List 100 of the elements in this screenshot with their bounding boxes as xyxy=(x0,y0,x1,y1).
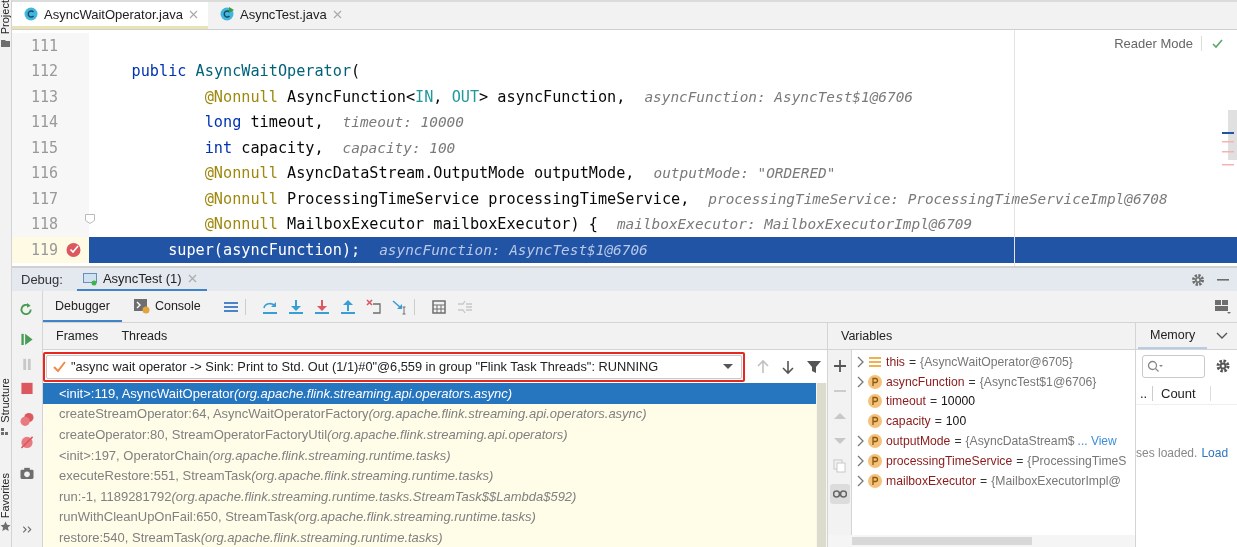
settings-icon[interactable] xyxy=(1215,358,1231,374)
code-line: @Nonnull AsyncFunction<IN, OUT> asyncFunction, xyxy=(203,87,626,106)
up-arrow-icon[interactable] xyxy=(756,358,770,375)
add-icon[interactable] xyxy=(832,359,847,373)
settings-icon[interactable] xyxy=(1191,272,1205,287)
menu-icon[interactable] xyxy=(222,298,246,315)
panel-tab[interactable]: Frames xyxy=(56,329,99,343)
down-arrow-icon[interactable] xyxy=(781,358,795,375)
code-line: int capacity, xyxy=(203,138,324,157)
inline-value-hint: asyncFunction: AsyncTest$1@6706 xyxy=(644,88,913,105)
breakpoints-icon[interactable] xyxy=(19,411,35,427)
check-icon xyxy=(53,360,66,373)
field-icon xyxy=(868,374,882,389)
scrollbar-marks-drawing xyxy=(1222,110,1237,166)
filter-icon[interactable] xyxy=(806,358,822,375)
line-number: 113 xyxy=(29,87,58,106)
field-icon xyxy=(868,394,882,409)
panel-tab[interactable]: Threads xyxy=(121,329,168,343)
chevron-down-icon[interactable] xyxy=(1216,332,1228,340)
code-line: @Nonnull ProcessingTimeService processingTimeService, xyxy=(203,189,690,208)
line-number: 116 xyxy=(29,164,58,183)
variable-row[interactable]: this = {AsyncWaitOperator@6705} xyxy=(852,352,1135,372)
stack-icon xyxy=(868,354,882,369)
view-link[interactable]: ... View xyxy=(1077,434,1117,449)
calculator-icon[interactable] xyxy=(430,298,447,315)
field-icon xyxy=(868,453,882,468)
variable-row[interactable]: asyncFunction = {AsyncTest$1@6706} xyxy=(852,371,1135,392)
line-number: 111 xyxy=(29,36,58,55)
line-number: 118 xyxy=(29,215,58,234)
test-class-icon xyxy=(219,7,234,21)
stack-frame[interactable]: restore:540, StreamTask(org.apache.flink.streaming.runtime.tasks) xyxy=(43,527,816,547)
field-icon xyxy=(868,414,882,429)
search-field[interactable] xyxy=(1142,354,1205,378)
panel-title: Variables xyxy=(841,329,893,343)
variable-row[interactable]: outputMode = {AsyncDataStream$ ... View xyxy=(852,431,1135,451)
load-link[interactable]: Load xyxy=(1201,446,1229,460)
column-header[interactable]: Count xyxy=(1153,385,1211,401)
scrollbar-thumb[interactable] xyxy=(852,537,1032,545)
panel-title: Debug: xyxy=(21,272,63,287)
editor-tab[interactable]: AsyncTest.java xyxy=(207,2,352,29)
line-number: 119 xyxy=(29,240,58,259)
search-icon xyxy=(1147,359,1163,373)
inline-value-hint: timeout: 10000 xyxy=(342,114,464,131)
close-icon[interactable] xyxy=(332,9,342,19)
variable-row[interactable]: capacity = 100 xyxy=(852,411,1135,432)
dropdown-caret-icon xyxy=(723,363,733,370)
field-icon xyxy=(868,473,882,488)
stack-frame[interactable]: run:-1, 1189281792(org.apache.flink.streaming.runtime.tasks.StreamTask$$Lambda$592) xyxy=(43,485,816,507)
variable-row[interactable]: timeout = 10000 xyxy=(852,391,1135,412)
line-number: 112 xyxy=(29,62,58,81)
status-text: ses loaded. xyxy=(1136,446,1198,460)
glasses-icon[interactable] xyxy=(829,484,850,504)
debugger-tab[interactable]: Console xyxy=(121,291,213,322)
check-icon xyxy=(1212,38,1223,49)
camera-icon[interactable] xyxy=(19,466,35,482)
code-line: long timeout, xyxy=(203,113,324,132)
code-line: @Nonnull AsyncDataStream.OutputMode outputMode, xyxy=(203,164,635,183)
inline-value-hint: capacity: 100 xyxy=(342,139,456,156)
line-number: 114 xyxy=(29,113,58,132)
thread-dropdown[interactable]: "async wait operator -> Sink: Print to Std. Out (1/1)#0"@6,559 in group "Flink Task Threads": RUNNING xyxy=(46,354,742,379)
stack-frame[interactable]: runWithCleanUpOnFail:650, StreamTask(org.apache.flink.streaming.runtime.tasks) xyxy=(43,506,816,528)
layout-icon[interactable] xyxy=(1214,298,1231,315)
run-to-cursor-icon[interactable] xyxy=(391,298,415,315)
console-icon xyxy=(133,297,150,314)
line-number: 117 xyxy=(29,189,58,208)
breakpoint-icon[interactable] xyxy=(66,242,81,258)
star-icon[interactable] xyxy=(0,521,11,533)
stack-frame[interactable]: executeRestore:551, StreamTask(org.apache.flink.streaming.runtime.tasks) xyxy=(43,465,816,486)
inline-value-hint: asyncFunction: AsyncTest$1@6706 xyxy=(379,241,648,258)
variable-row[interactable]: processingTimeService = {ProcessingTimeS xyxy=(852,451,1135,471)
stack-frame[interactable]: createOperator:80, StreamOperatorFactoryUtil(org.apache.flink.streaming.api.operators) xyxy=(43,424,816,445)
stack-frame[interactable]: <init>:119, AsyncWaitOperator(org.apache.flink.streaming.api.operators.async) xyxy=(43,383,816,404)
code-line: super(asyncFunction); xyxy=(167,240,361,259)
structure-icon[interactable] xyxy=(0,425,11,437)
variable-row[interactable]: mailboxExecutor = {MailboxExecutorImpl@ xyxy=(852,470,1135,491)
line-number: 115 xyxy=(29,138,58,157)
stop-icon[interactable] xyxy=(19,380,35,396)
run-config-icon xyxy=(82,271,97,286)
code-line: @Nonnull MailboxExecutor mailboxExecutor) { xyxy=(203,215,598,234)
editor-tab[interactable]: AsyncWaitOperator.java xyxy=(12,2,208,29)
close-icon[interactable] xyxy=(188,9,198,19)
close-icon[interactable] xyxy=(187,274,197,283)
reader-mode-link[interactable]: Reader Mode xyxy=(1114,36,1202,51)
stack-frame[interactable]: createStreamOperator:64, AsyncWaitOperatorFactory(org.apache.flink.streaming.api.operators.async) xyxy=(43,403,816,425)
inline-value-hint: outputMode: "ORDERED" xyxy=(653,165,836,182)
stack-frame[interactable]: <init>:197, OperatorChain(org.apache.flink.streaming.runtime.tasks) xyxy=(43,444,816,466)
inline-value-hint: processingTimeService: ProcessingTimeServiceImpl@6708 xyxy=(708,190,1168,207)
column-header[interactable]: .. xyxy=(1136,385,1153,401)
scrollbar-thumb[interactable] xyxy=(817,383,826,547)
field-icon xyxy=(868,434,882,449)
class-icon xyxy=(24,7,38,21)
code-line: public AsyncWaitOperator( xyxy=(130,62,361,81)
mute-breakpoints-icon[interactable] xyxy=(19,435,35,451)
force-step-into-icon[interactable] xyxy=(313,298,330,315)
resume-icon[interactable] xyxy=(19,331,35,347)
inline-value-hint: mailboxExecutor: MailboxExecutorImpl@6709 xyxy=(616,216,973,233)
step-out-icon[interactable] xyxy=(339,298,356,315)
fold-icon[interactable] xyxy=(85,213,95,224)
drop-frame-icon[interactable] xyxy=(365,298,382,315)
step-into-icon[interactable] xyxy=(287,298,304,315)
